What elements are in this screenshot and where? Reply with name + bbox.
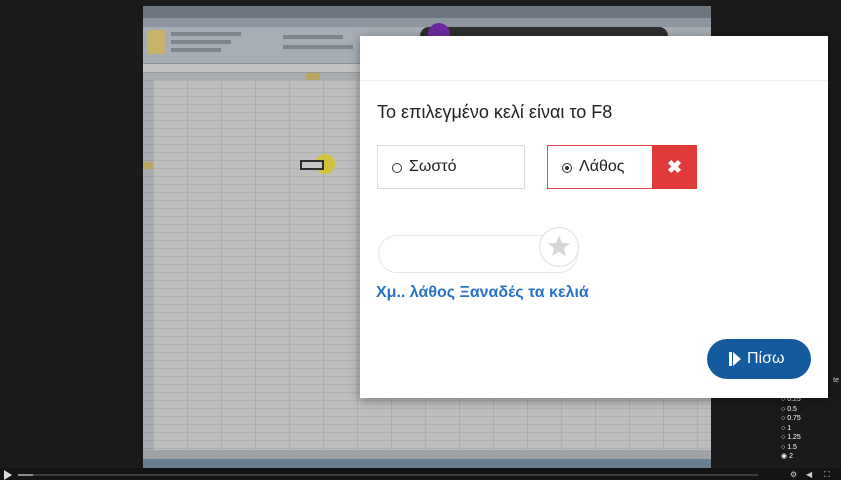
answer-label: Σωστό xyxy=(409,158,457,175)
speed-option[interactable]: ○ 1 xyxy=(781,424,841,434)
excel-ribbon-tabs xyxy=(143,18,711,27)
wrong-x-icon: ✖ xyxy=(652,145,697,189)
back-button[interactable]: Πίσω xyxy=(707,339,811,379)
quiz-question: Το επιλεγμένο κελί είναι το F8 xyxy=(377,102,613,122)
speed-option[interactable]: ○ 0.75 xyxy=(781,414,841,424)
star-rating-button[interactable] xyxy=(539,227,579,267)
star-icon xyxy=(548,235,570,256)
play-icon[interactable] xyxy=(4,470,12,480)
quiz-modal: Το επιλεγμένο κελί είναι το F8 Σωστό Λάθ… xyxy=(360,36,828,398)
speed-option[interactable]: ○ 0.5 xyxy=(781,405,841,415)
answer-label: Λάθος xyxy=(579,158,625,175)
answer-option-correct[interactable]: Σωστό xyxy=(377,145,525,189)
progress-bar[interactable] xyxy=(18,474,758,476)
speed-option[interactable]: ○ 1.25 xyxy=(781,433,841,443)
radio-icon[interactable] xyxy=(392,163,402,173)
excel-sheet-tabs xyxy=(143,450,711,459)
excel-status-bar xyxy=(143,459,711,468)
excel-selected-cell xyxy=(300,160,324,170)
volume-icon[interactable]: ◀ xyxy=(806,470,812,479)
speed-option[interactable]: ○ 1.5 xyxy=(781,443,841,453)
progress-fill xyxy=(18,474,33,476)
settings-icon[interactable]: ⚙ xyxy=(790,470,797,479)
feedback-text: Χμ.. λάθος Ξαναδές τα κελιά xyxy=(376,284,589,301)
excel-row-headers xyxy=(143,80,153,450)
excel-title-bar xyxy=(143,6,711,18)
radio-checked-icon[interactable] xyxy=(562,163,572,173)
modal-header xyxy=(360,36,828,81)
answer-option-wrong[interactable]: Λάθος ✖ xyxy=(547,145,697,189)
speed-option-selected[interactable]: ◉ 2 xyxy=(781,452,841,462)
skip-back-icon xyxy=(729,352,741,366)
back-button-label: Πίσω xyxy=(747,350,785,367)
fullscreen-icon[interactable]: ⛶ xyxy=(824,470,830,479)
